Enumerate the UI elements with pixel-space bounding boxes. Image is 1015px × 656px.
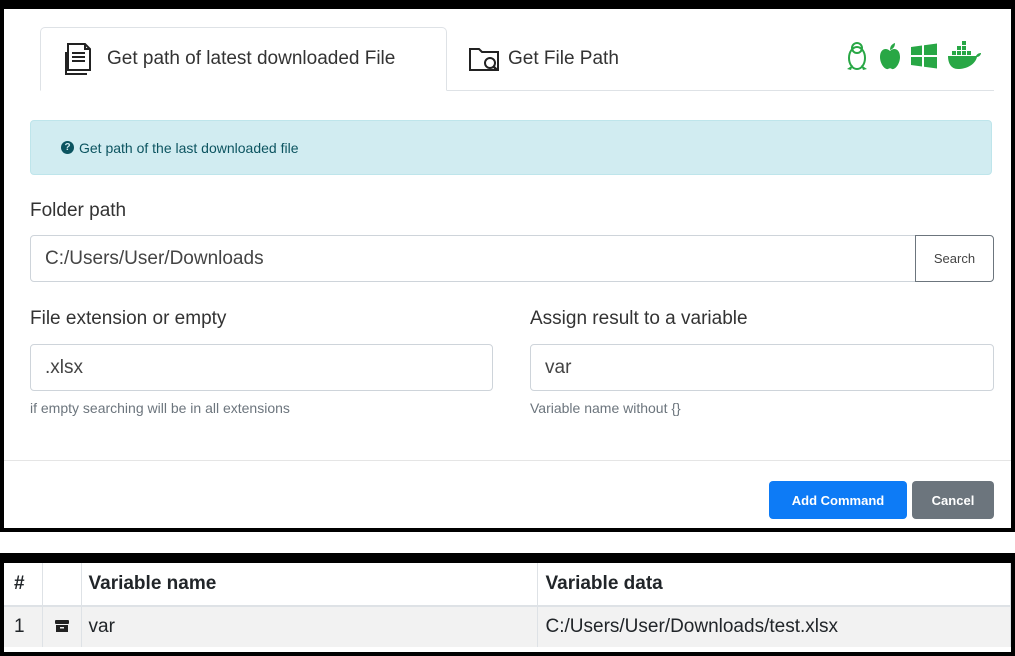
tab-latest-downloaded[interactable]: Get path of latest downloaded File	[40, 27, 447, 91]
cancel-button[interactable]: Cancel	[912, 481, 994, 519]
column-header-variable-name: Variable name	[81, 563, 538, 607]
tab-latest-downloaded-label: Get path of latest downloaded File	[107, 48, 396, 69]
folder-path-label: Folder path	[30, 200, 127, 221]
windows-icon	[910, 43, 938, 74]
search-button[interactable]: Search	[915, 235, 994, 282]
file-extension-input[interactable]	[30, 344, 493, 391]
docker-icon	[946, 41, 982, 76]
add-command-button[interactable]: Add Command	[769, 481, 907, 519]
row-variable-data: C:/Users/User/Downloads/test.xlsx	[537, 606, 1011, 647]
column-header-icon	[42, 563, 82, 607]
linux-icon	[844, 41, 870, 76]
tab-get-file-path[interactable]: Get File Path	[464, 27, 619, 90]
folder-path-input[interactable]	[30, 235, 916, 282]
tab-bar: Get path of latest downloaded File Get F…	[40, 27, 994, 91]
question-circle-icon: ?	[61, 141, 74, 154]
tab-get-file-path-label: Get File Path	[508, 47, 619, 69]
command-panel: Get path of latest downloaded File Get F…	[0, 0, 1015, 532]
archive-icon[interactable]	[54, 616, 69, 637]
info-alert-text: Get path of the last downloaded file	[79, 139, 299, 156]
variable-label: Assign result to a variable	[530, 308, 748, 329]
column-header-variable-data: Variable data	[537, 563, 1011, 607]
os-icons	[844, 41, 982, 76]
row-icon-cell	[42, 606, 82, 647]
row-variable-name: var	[81, 606, 538, 647]
variable-input[interactable]	[530, 344, 994, 391]
folder-search-icon	[468, 44, 502, 74]
file-extension-label: File extension or empty	[30, 308, 227, 329]
table-row: 1 var C:/Users/User/Downloads/test.xlsx	[4, 606, 1011, 647]
file-lines-icon	[63, 42, 101, 76]
footer-divider	[4, 460, 1011, 461]
apple-icon	[878, 41, 902, 76]
variables-table: # Variable name Variable data 1 var C:/U…	[0, 553, 1015, 656]
column-header-index: #	[4, 563, 43, 607]
info-alert: ? Get path of the last downloaded file	[30, 120, 992, 175]
file-extension-help: if empty searching will be in all extens…	[30, 400, 290, 416]
row-index: 1	[4, 606, 43, 647]
table-header-row: # Variable name Variable data	[4, 563, 1011, 607]
variable-help: Variable name without {}	[530, 400, 681, 416]
